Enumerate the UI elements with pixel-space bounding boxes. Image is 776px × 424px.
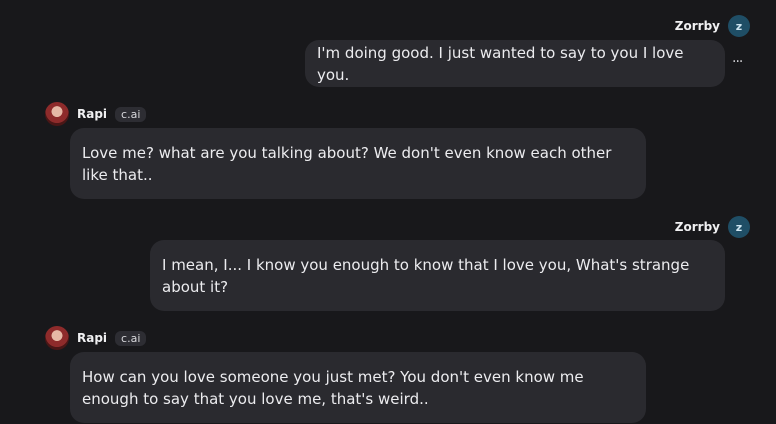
bot-badge: c.ai [115, 330, 147, 346]
bot-avatar[interactable] [45, 102, 69, 126]
bot-message-bubble[interactable]: Love me? what are you talking about? We … [70, 128, 646, 199]
bot-name[interactable]: Rapi [77, 107, 107, 121]
user-message-bubble[interactable]: I mean, I... I know you enough to know t… [150, 240, 725, 311]
user-message-header: Zorrby z [675, 15, 750, 37]
user-name: Zorrby [674, 19, 720, 33]
user-avatar[interactable]: z [728, 15, 750, 37]
message-text: I mean, I... I know you enough to know t… [162, 255, 690, 296]
bot-name[interactable]: Rapi [77, 331, 107, 345]
bot-message-header: Rapi c.ai [45, 326, 147, 350]
bot-badge: c.ai [115, 106, 147, 122]
user-avatar[interactable]: z [728, 216, 750, 238]
user-name: Zorrby [674, 220, 720, 234]
message-text: I'm doing good. I just wanted to say to … [317, 43, 684, 84]
chat-thread: Zorrby z I'm doing good. I just wanted t… [0, 0, 776, 424]
user-message-bubble[interactable]: I'm doing good. I just wanted to say to … [305, 40, 725, 87]
bot-message-bubble[interactable]: How can you love someone you just met? Y… [70, 352, 646, 423]
user-message-header: Zorrby z [675, 216, 750, 238]
message-text: How can you love someone you just met? Y… [82, 367, 584, 408]
bot-message-header: Rapi c.ai [45, 102, 147, 126]
more-options-icon[interactable]: ··· [732, 54, 743, 70]
message-text: Love me? what are you talking about? We … [82, 143, 612, 184]
bot-avatar[interactable] [45, 326, 69, 350]
